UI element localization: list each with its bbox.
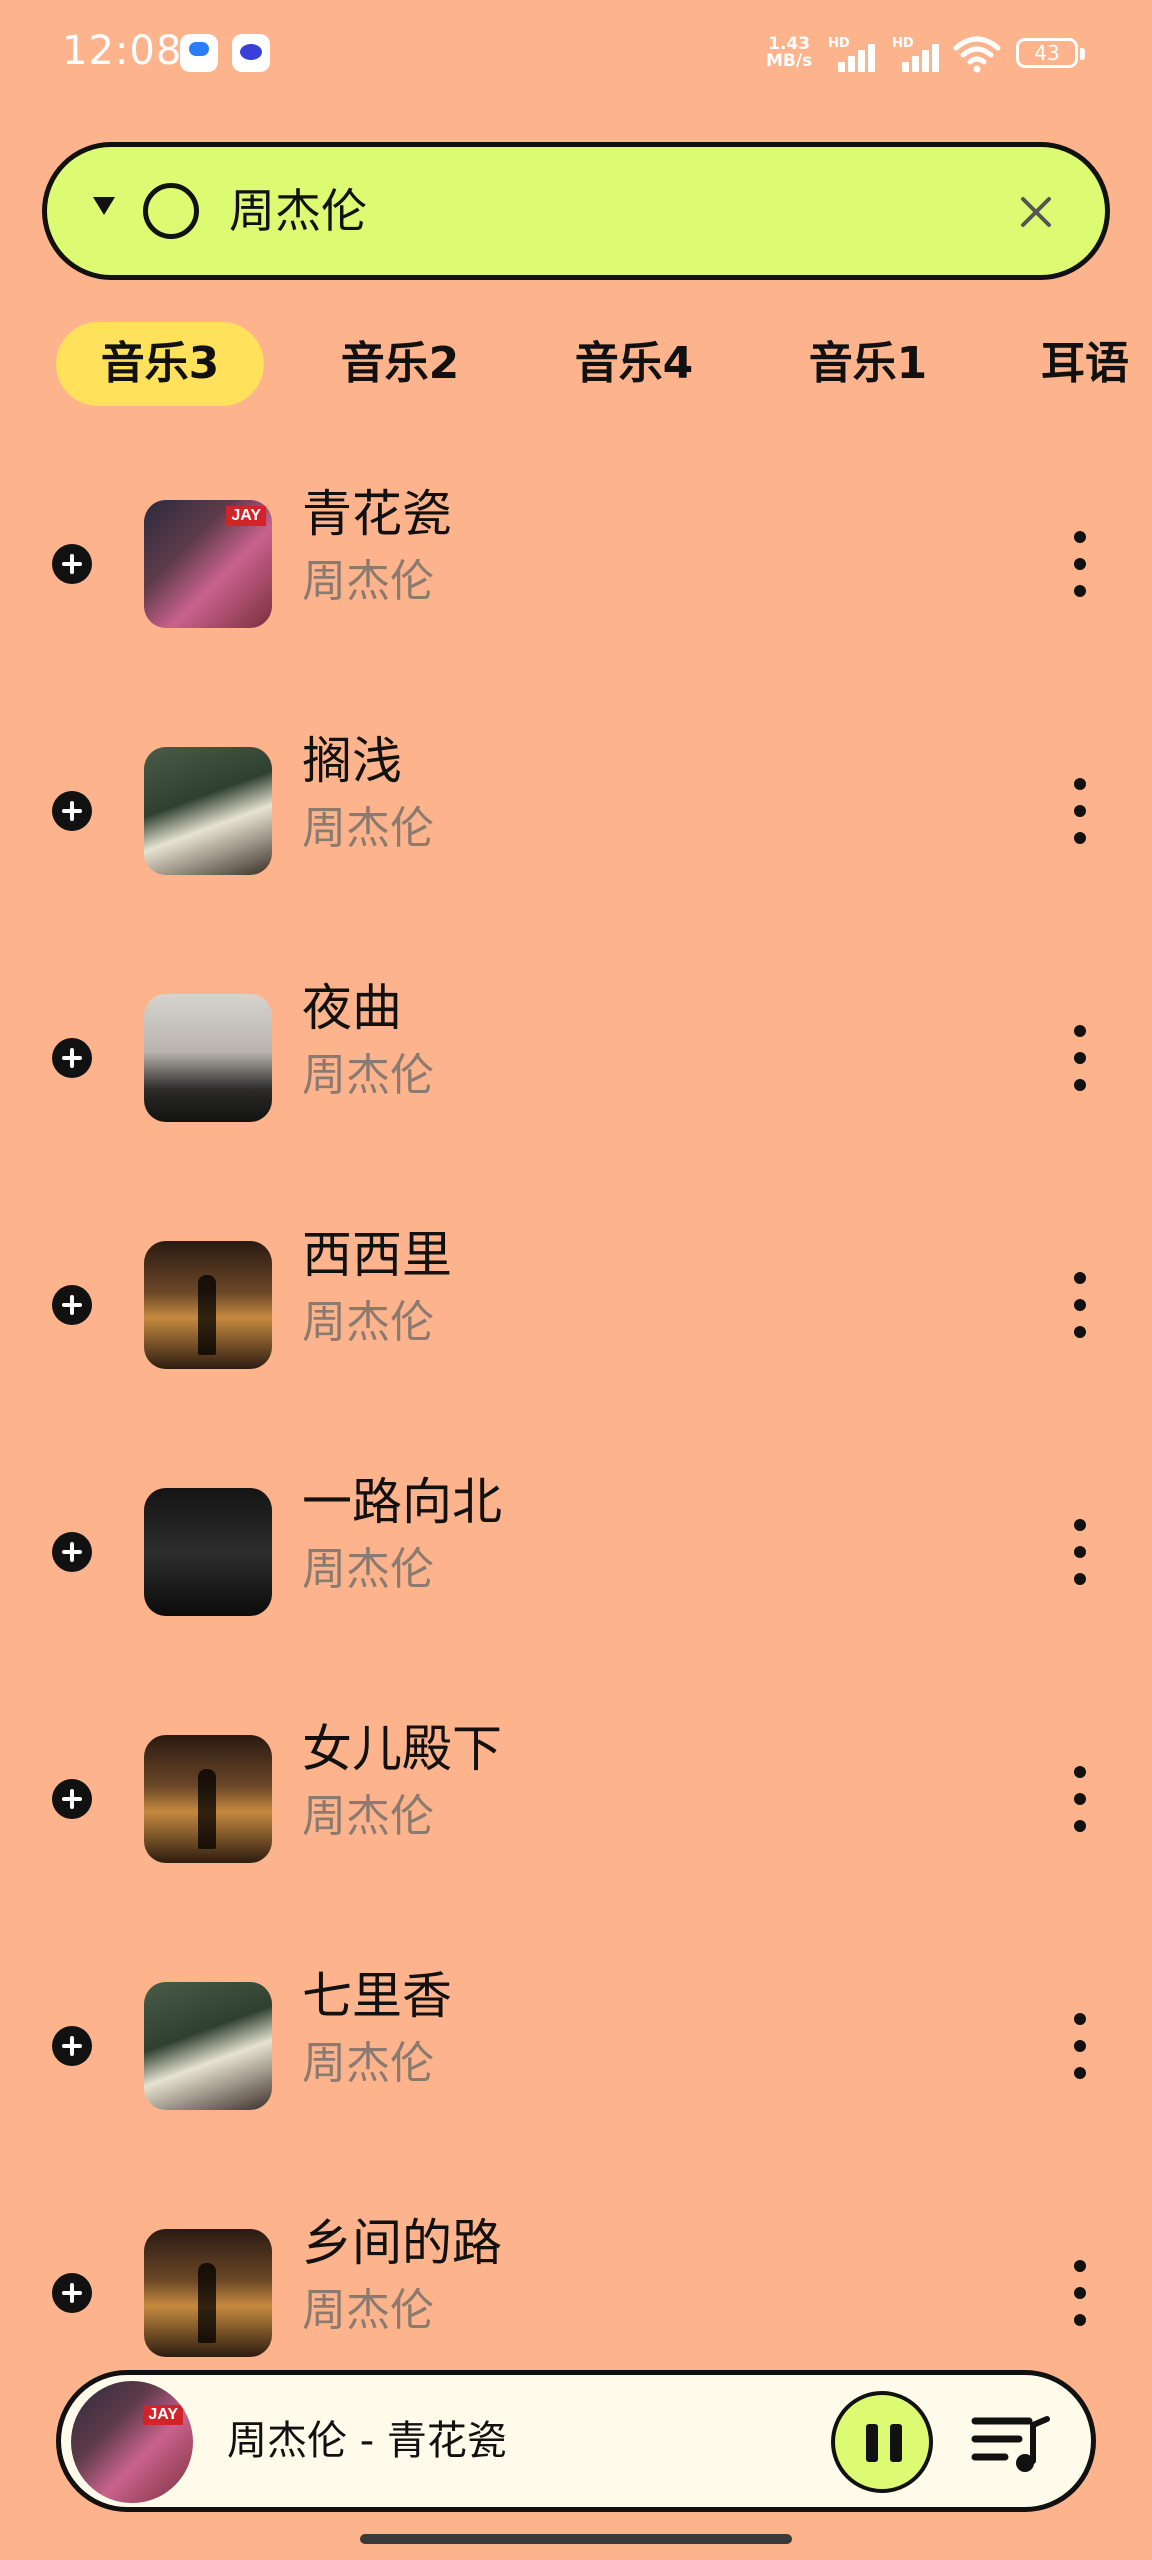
more-options-icon[interactable] [1070,1023,1090,1093]
song-title: 搁浅 [302,732,402,790]
song-artist: 周杰伦 [302,2038,434,2089]
clear-search-icon[interactable] [1011,187,1061,237]
status-bar: 12:08 1.43 MB/s HD HD 43 [0,0,1152,110]
signal-icon-sim1: HD [828,36,878,72]
more-options-icon[interactable] [1070,2258,1090,2328]
status-time: 12:08 [62,28,183,74]
song-title: 女儿殿下 [302,1720,502,1778]
album-cover [144,1488,272,1616]
battery-level: 43 [1034,41,1060,65]
add-to-playlist-icon[interactable] [52,1532,92,1572]
tab-music1[interactable]: 音乐1 [764,322,972,406]
now-playing-cover[interactable]: JAY [71,2381,193,2503]
song-title: 一路向北 [302,1473,502,1531]
song-artist: 周杰伦 [302,1297,434,1348]
more-options-icon[interactable] [1070,529,1090,599]
cover-label: JAY [143,2405,183,2425]
list-item[interactable]: 一路向北 周杰伦 [0,1428,1152,1675]
list-item[interactable]: 女儿殿下 周杰伦 [0,1675,1152,1922]
list-item[interactable]: 夜曲 周杰伦 [0,934,1152,1181]
song-artist: 周杰伦 [302,1791,434,1842]
album-cover [144,1982,272,2110]
add-to-playlist-icon[interactable] [52,2273,92,2313]
add-to-playlist-icon[interactable] [52,1038,92,1078]
tab-music3[interactable]: 音乐3 [56,322,264,406]
cloud-app-icon [180,34,218,72]
more-options-icon[interactable] [1070,1517,1090,1587]
tab-music4[interactable]: 音乐4 [530,322,738,406]
network-speed: 1.43 MB/s [766,36,812,70]
song-artist: 周杰伦 [302,803,434,854]
album-cover [144,2229,272,2357]
add-to-playlist-icon[interactable] [52,2026,92,2066]
add-to-playlist-icon[interactable] [52,544,92,584]
song-title: 西西里 [302,1226,452,1284]
album-cover [144,994,272,1122]
more-options-icon[interactable] [1070,776,1090,846]
battery-icon: 43 [1016,38,1085,68]
search-mode-circle-icon[interactable] [143,183,199,239]
more-options-icon[interactable] [1070,1270,1090,1340]
pause-button[interactable] [831,2391,933,2493]
song-title: 夜曲 [302,979,402,1037]
search-input[interactable]: 周杰伦 [229,181,367,241]
mini-player[interactable]: JAY 周杰伦 - 青花瓷 [56,2370,1096,2512]
song-title: 青花瓷 [302,485,452,543]
source-tabs: 音乐3 音乐2 音乐4 音乐1 耳语 [0,318,1152,414]
album-cover [144,1735,272,1863]
signal-icon-sim2: HD [892,36,942,72]
more-options-icon[interactable] [1070,2011,1090,2081]
tab-whisper[interactable]: 耳语 [1020,322,1150,406]
sim2-hd-badge: HD [892,36,914,51]
list-item[interactable]: 七里香 周杰伦 [0,1922,1152,2169]
list-item[interactable]: 西西里 周杰伦 [0,1181,1152,1428]
song-artist: 周杰伦 [302,556,434,607]
wifi-icon [953,36,1001,73]
network-speed-unit: MB/s [766,51,813,71]
album-cover [144,1241,272,1369]
more-options-icon[interactable] [1070,1764,1090,1834]
cover-label: JAY [226,506,266,526]
playlist-queue-icon[interactable] [971,2407,1051,2477]
tab-music2[interactable]: 音乐2 [296,322,504,406]
home-indicator[interactable] [360,2534,792,2544]
notification-app-icon [232,34,270,72]
song-title: 七里香 [302,1967,452,2025]
search-bar[interactable]: 周杰伦 [42,142,1110,280]
song-title: 乡间的路 [302,2214,502,2272]
source-dropdown-icon[interactable] [93,197,115,215]
album-cover [144,747,272,875]
add-to-playlist-icon[interactable] [52,1779,92,1819]
list-item[interactable]: JAY 青花瓷 周杰伦 [0,440,1152,687]
song-artist: 周杰伦 [302,1544,434,1595]
add-to-playlist-icon[interactable] [52,1285,92,1325]
song-artist: 周杰伦 [302,2285,434,2336]
list-item[interactable]: 搁浅 周杰伦 [0,687,1152,934]
add-to-playlist-icon[interactable] [52,791,92,831]
album-cover: JAY [144,500,272,628]
song-artist: 周杰伦 [302,1050,434,1101]
music-search-screen: 12:08 1.43 MB/s HD HD 43 周杰伦 音乐3 音乐2 音乐4… [0,0,1152,2560]
now-playing-text[interactable]: 周杰伦 - 青花瓷 [227,2413,507,2469]
sim1-hd-badge: HD [828,36,850,51]
